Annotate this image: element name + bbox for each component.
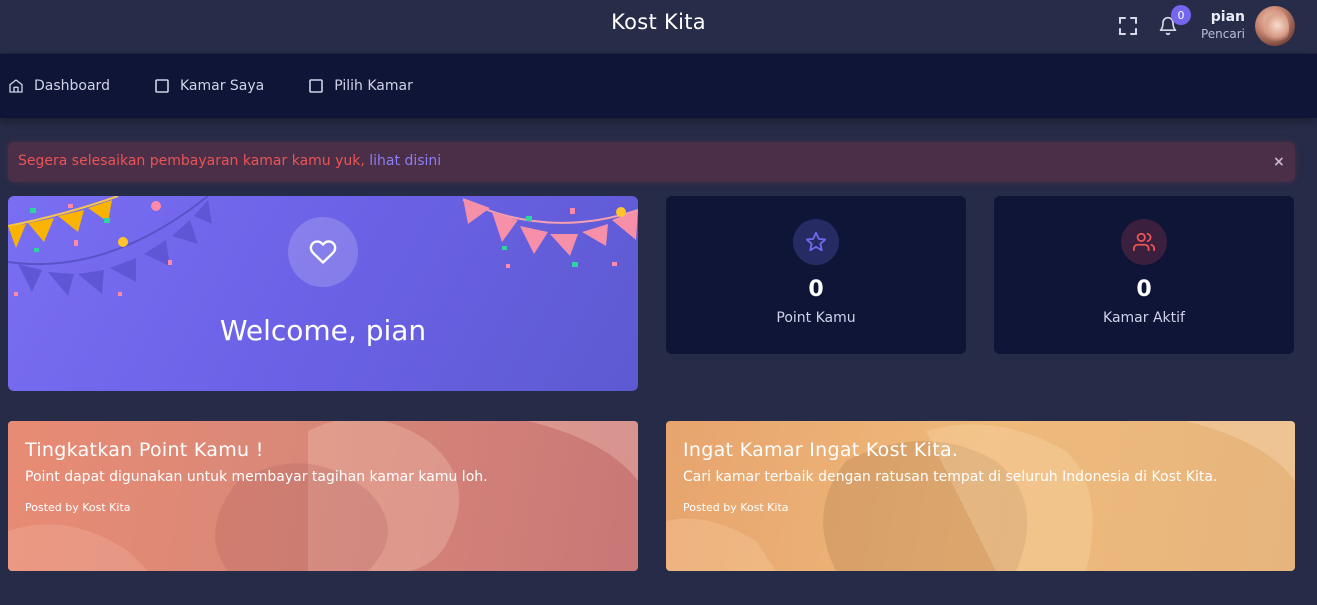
welcome-card: Welcome, pian <box>8 196 638 391</box>
main-nav: Dashboard Kamar Saya Pilih Kamar <box>0 54 1317 118</box>
square-icon <box>154 78 170 94</box>
alert-link[interactable]: lihat disini <box>369 153 441 169</box>
card-meta: Posted by Kost Kita <box>683 501 789 514</box>
user-name: pian <box>1210 9 1245 25</box>
nav-item-label: Dashboard <box>34 78 110 94</box>
top-actions: 0 pian Pencari <box>1117 4 1295 48</box>
card-title: Ingat Kamar Ingat Kost Kita. <box>683 439 959 461</box>
close-icon[interactable]: × <box>1273 155 1285 169</box>
card-meta: Posted by Kost Kita <box>25 501 131 514</box>
notification-button[interactable]: 0 <box>1157 5 1191 37</box>
stat-label: Kamar Aktif <box>1103 310 1185 326</box>
card-subtitle: Cari kamar terbaik dengan ratusan tempat… <box>683 469 1218 485</box>
star-icon <box>793 219 839 265</box>
fullscreen-button[interactable] <box>1117 15 1139 37</box>
stat-label: Point Kamu <box>776 310 856 326</box>
nav-item-dashboard[interactable]: Dashboard <box>8 78 110 94</box>
stat-card-kamar-aktif: 0 Kamar Aktif <box>994 196 1294 354</box>
stat-value: 0 <box>1136 277 1152 302</box>
nav-item-label: Kamar Saya <box>179 78 265 94</box>
payment-alert: Segera selesaikan pembayaran kamar kamu … <box>8 142 1295 182</box>
alert-message: Segera selesaikan pembayaran kamar kamu … <box>18 153 370 169</box>
user-role: Pencari <box>1200 27 1245 41</box>
notification-badge: 0 <box>1170 5 1191 25</box>
home-icon <box>8 78 24 94</box>
square-icon <box>308 78 324 94</box>
nav-item-label: Pilih Kamar <box>334 78 413 94</box>
card-subtitle: Point dapat digunakan untuk membayar tag… <box>25 469 488 485</box>
users-icon <box>1121 219 1167 265</box>
promo-card-kost[interactable]: Ingat Kamar Ingat Kost Kita. Cari kamar … <box>666 421 1295 571</box>
nav-item-pilih-kamar[interactable]: Pilih Kamar <box>308 78 413 94</box>
nav-item-kamar-saya[interactable]: Kamar Saya <box>154 78 264 94</box>
promo-card-point[interactable]: Tingkatkan Point Kamu ! Point dapat digu… <box>8 421 638 571</box>
heart-icon <box>288 217 358 287</box>
user-info[interactable]: pian Pencari <box>1201 9 1245 43</box>
top-bar: Kost Kita 0 pian Pencari <box>0 0 1317 54</box>
welcome-text: Welcome, pian <box>219 314 427 347</box>
stat-card-point: 0 Point Kamu <box>666 196 966 354</box>
card-title: Tingkatkan Point Kamu ! <box>25 439 264 461</box>
maximize-icon <box>1118 17 1137 35</box>
stat-value: 0 <box>808 277 824 302</box>
avatar[interactable] <box>1255 6 1295 46</box>
